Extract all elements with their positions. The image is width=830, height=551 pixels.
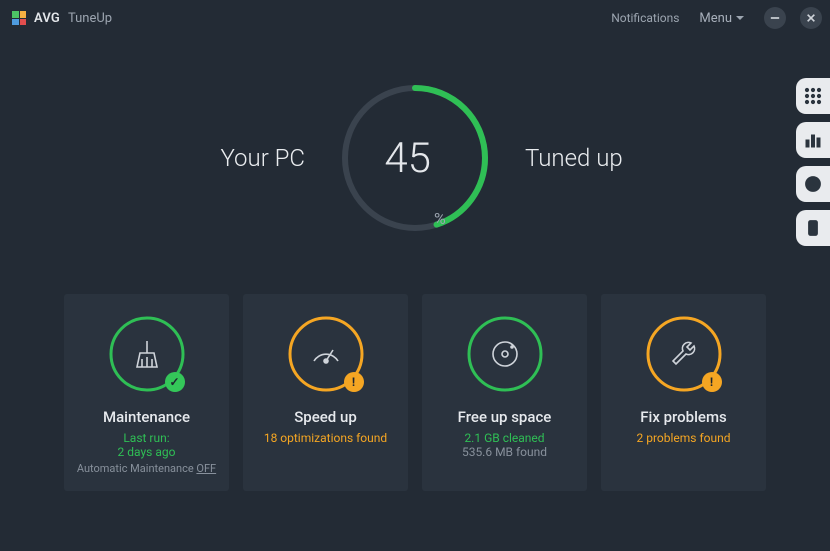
phone-icon: [804, 219, 822, 237]
wrench-icon: [666, 336, 702, 372]
bar-chart-icon: [804, 131, 822, 149]
tile-title: Free up space: [432, 408, 577, 426]
tile-subtext-1: 2.1 GB cleaned: [432, 431, 577, 445]
status-hero: Your PC 45 % Tuned up: [0, 78, 830, 238]
check-badge-icon: ✓: [165, 372, 185, 392]
chevron-down-icon: [736, 16, 744, 20]
brand-name: AVG: [34, 11, 60, 26]
tile-fix-problems[interactable]: ! Fix problems 2 problems found: [601, 294, 766, 491]
tile-subtext-3: Automatic Maintenance OFF: [74, 462, 219, 475]
tile-title: Maintenance: [74, 408, 219, 426]
right-dock: [796, 78, 830, 246]
tile-maintenance-icon: ✓: [105, 312, 189, 396]
grid-icon: [804, 87, 822, 105]
tile-subtext-2: 2 days ago: [74, 445, 219, 459]
warning-badge-icon: !: [702, 372, 722, 392]
hero-left-label: Your PC: [155, 144, 305, 172]
avg-logo-icon: [12, 11, 26, 25]
dock-mobile-button[interactable]: [796, 210, 830, 246]
warning-badge-icon: !: [344, 372, 364, 392]
tile-subtext-1: 18 optimizations found: [253, 431, 398, 445]
dock-stats-button[interactable]: [796, 122, 830, 158]
disk-icon: [488, 337, 522, 371]
dock-history-button[interactable]: [796, 166, 830, 202]
tile-speed-up[interactable]: ! Speed up 18 optimizations found: [243, 294, 408, 491]
tile-subtext-1: Last run:: [74, 431, 219, 445]
close-button[interactable]: [800, 7, 822, 29]
title-bar: AVG TuneUp Notifications Menu: [0, 0, 830, 36]
menu-dropdown[interactable]: Menu: [693, 7, 750, 30]
dock-apps-button[interactable]: [796, 78, 830, 114]
progress-percent-sign: %: [434, 209, 446, 228]
tile-title: Speed up: [253, 408, 398, 426]
tile-title: Fix problems: [611, 408, 756, 426]
notifications-link[interactable]: Notifications: [605, 7, 685, 29]
broom-icon: [130, 337, 164, 371]
history-icon: [804, 175, 822, 193]
progress-percent: 45: [384, 134, 431, 183]
product-name: TuneUp: [68, 11, 112, 26]
tile-subtext-2: 535.6 MB found: [432, 445, 577, 459]
menu-label: Menu: [699, 11, 732, 26]
tile-row: ✓ Maintenance Last run: 2 days ago Autom…: [0, 294, 830, 491]
tile-free-space[interactable]: Free up space 2.1 GB cleaned 535.6 MB fo…: [422, 294, 587, 491]
tile-speed-up-icon: !: [284, 312, 368, 396]
tile-maintenance[interactable]: ✓ Maintenance Last run: 2 days ago Autom…: [64, 294, 229, 491]
tile-fix-problems-icon: !: [642, 312, 726, 396]
gauge-icon: [309, 337, 343, 371]
hero-right-label: Tuned up: [525, 144, 675, 172]
tile-free-space-icon: [463, 312, 547, 396]
tile-subtext-1: 2 problems found: [611, 431, 756, 445]
progress-ring: 45 %: [335, 78, 495, 238]
minimize-button[interactable]: [764, 7, 786, 29]
